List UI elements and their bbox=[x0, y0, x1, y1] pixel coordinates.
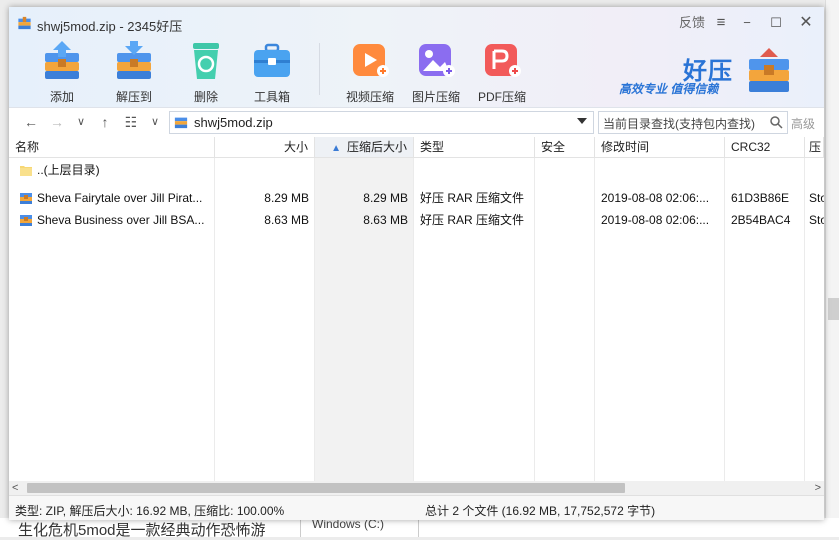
main-toolbar: 添加 解压到 删除 工具箱 视频压缩 图片压缩 PDF压缩 bbox=[9, 35, 609, 107]
toolbox-button[interactable]: 工具箱 bbox=[241, 35, 303, 105]
table-row[interactable]: Sheva Fairytale over Jill Pirat... 8.29 … bbox=[9, 187, 824, 209]
horizontal-scrollbar[interactable]: < > bbox=[9, 481, 824, 495]
brand-logo-icon bbox=[749, 48, 789, 92]
background-divider bbox=[300, 518, 301, 537]
video-compress-icon bbox=[353, 44, 389, 77]
path-text: shwj5mod.zip bbox=[194, 115, 273, 130]
search-icon[interactable] bbox=[769, 115, 783, 129]
navigation-bar: ← → ∨ ↑ ☷ ∨ shwj5mod.zip 当前目录查找(支持包内查找) … bbox=[9, 107, 824, 138]
file-packed-size: 8.29 MB bbox=[363, 191, 408, 205]
column-header-crc32[interactable]: CRC32 bbox=[725, 137, 805, 158]
search-placeholder: 当前目录查找(支持包内查找) bbox=[603, 117, 755, 131]
image-compress-label: 图片压缩 bbox=[411, 90, 460, 104]
file-type: 好压 RAR 压缩文件 bbox=[420, 213, 525, 227]
feedback-button[interactable]: 反馈 bbox=[677, 13, 707, 33]
status-total-info: 总计 2 个文件 (16.92 MB, 17,752,572 字节) bbox=[425, 504, 656, 518]
history-chevron-down-icon[interactable]: ∨ bbox=[71, 113, 91, 131]
background-divider bbox=[418, 518, 419, 537]
file-packed-size: 8.63 MB bbox=[363, 213, 408, 227]
extract-to-label: 解压到 bbox=[115, 90, 152, 104]
extract-to-button[interactable]: 解压到 bbox=[103, 35, 165, 105]
app-logo-icon bbox=[18, 16, 31, 30]
pdf-compress-button[interactable]: PDF压缩 bbox=[471, 35, 533, 105]
brand-slogan: 高效专业 值得信赖 bbox=[619, 82, 719, 96]
file-size: 8.63 MB bbox=[264, 213, 309, 227]
image-compress-icon bbox=[419, 44, 455, 77]
column-header-name[interactable]: 名称 bbox=[9, 137, 215, 158]
file-name: Sheva Business over Jill BSA... bbox=[37, 213, 205, 227]
file-modified: 2019-08-08 02:06:... bbox=[601, 191, 710, 205]
zip-file-icon bbox=[174, 117, 188, 129]
delete-label: 删除 bbox=[193, 90, 218, 104]
background-scroll-marker bbox=[828, 298, 839, 320]
file-method: Sto bbox=[809, 191, 824, 205]
archive-window: shwj5mod.zip - 2345好压 反馈 ≡ − ☐ ✕ 添加 解压到 … bbox=[9, 7, 824, 520]
toolbox-icon bbox=[254, 43, 290, 77]
toolbox-label: 工具箱 bbox=[253, 90, 290, 104]
column-header-size[interactable]: 大小 bbox=[215, 137, 315, 158]
file-list: 名称 大小 ▲ 压缩后大小 类型 安全 修改时间 CRC32 压 ..(上层目录) bbox=[9, 137, 824, 481]
folder-icon bbox=[20, 166, 32, 176]
file-method: Sto bbox=[809, 213, 824, 227]
column-header-packed-label: 压缩后大小 bbox=[346, 140, 407, 154]
file-security bbox=[535, 187, 595, 209]
menu-icon[interactable]: ≡ bbox=[712, 13, 730, 33]
window-header: shwj5mod.zip - 2345好压 反馈 ≡ − ☐ ✕ 添加 解压到 … bbox=[9, 7, 824, 107]
add-button[interactable]: 添加 bbox=[31, 35, 93, 105]
extract-to-icon bbox=[117, 41, 151, 79]
parent-directory-row[interactable]: ..(上层目录) bbox=[9, 159, 824, 181]
path-bar[interactable]: shwj5mod.zip bbox=[169, 111, 594, 134]
path-dropdown-icon[interactable] bbox=[577, 118, 587, 124]
forward-arrow-icon[interactable]: → bbox=[47, 113, 67, 131]
up-arrow-icon[interactable]: ↑ bbox=[95, 113, 115, 131]
file-size: 8.29 MB bbox=[264, 191, 309, 205]
back-arrow-icon[interactable]: ← bbox=[21, 113, 41, 131]
column-header-security[interactable]: 安全 bbox=[535, 137, 595, 158]
file-name: Sheva Fairytale over Jill Pirat... bbox=[37, 191, 203, 205]
brand-area: 好压 高效专业 值得信赖 bbox=[619, 45, 799, 105]
parent-directory-label: ..(上层目录) bbox=[37, 163, 100, 177]
minimize-button[interactable]: − bbox=[736, 13, 758, 33]
pdf-compress-label: PDF压缩 bbox=[477, 90, 526, 104]
pdf-compress-icon bbox=[485, 44, 521, 77]
scroll-left-icon[interactable]: < bbox=[12, 481, 18, 495]
video-compress-button[interactable]: 视频压缩 bbox=[339, 35, 401, 105]
toolbar-divider bbox=[319, 43, 320, 95]
scroll-right-icon[interactable]: > bbox=[815, 481, 821, 495]
column-header-type[interactable]: 类型 bbox=[414, 137, 535, 158]
view-mode-icon[interactable]: ☷ bbox=[121, 113, 141, 131]
file-security bbox=[535, 209, 595, 231]
close-button[interactable]: ✕ bbox=[795, 13, 817, 33]
window-title: shwj5mod.zip - 2345好压 bbox=[37, 19, 183, 34]
file-type: 好压 RAR 压缩文件 bbox=[420, 191, 525, 205]
rar-file-icon bbox=[20, 193, 32, 204]
delete-button[interactable]: 删除 bbox=[175, 35, 237, 105]
rar-file-icon bbox=[20, 215, 32, 226]
status-bar: 类型: ZIP, 解压后大小: 16.92 MB, 压缩比: 100.00% 总… bbox=[9, 495, 824, 520]
scroll-thumb[interactable] bbox=[27, 483, 625, 493]
column-header-packed-size[interactable]: ▲ 压缩后大小 bbox=[315, 137, 414, 158]
table-row[interactable]: Sheva Business over Jill BSA... 8.63 MB … bbox=[9, 209, 824, 231]
file-crc32: 2B54BAC4 bbox=[731, 213, 791, 227]
file-crc32: 61D3B86E bbox=[731, 191, 790, 205]
background-right-panel bbox=[825, 0, 839, 537]
view-chevron-down-icon[interactable]: ∨ bbox=[145, 113, 165, 131]
maximize-button[interactable]: ☐ bbox=[765, 13, 787, 33]
add-archive-icon bbox=[45, 41, 79, 79]
search-input[interactable]: 当前目录查找(支持包内查找) bbox=[598, 111, 788, 134]
image-compress-button[interactable]: 图片压缩 bbox=[405, 35, 467, 105]
recycle-icon bbox=[193, 43, 219, 79]
video-compress-label: 视频压缩 bbox=[345, 90, 394, 104]
title-bar[interactable]: shwj5mod.zip - 2345好压 反馈 ≡ − ☐ ✕ bbox=[9, 7, 824, 37]
advanced-search-link[interactable]: 高级 bbox=[791, 115, 815, 132]
status-archive-info: 类型: ZIP, 解压后大小: 16.92 MB, 压缩比: 100.00% bbox=[15, 504, 285, 518]
add-label: 添加 bbox=[49, 90, 74, 104]
sort-ascending-icon: ▲ bbox=[331, 143, 341, 154]
file-modified: 2019-08-08 02:06:... bbox=[601, 213, 710, 227]
column-header-modified[interactable]: 修改时间 bbox=[595, 137, 725, 158]
column-header-method[interactable]: 压 bbox=[805, 137, 824, 158]
